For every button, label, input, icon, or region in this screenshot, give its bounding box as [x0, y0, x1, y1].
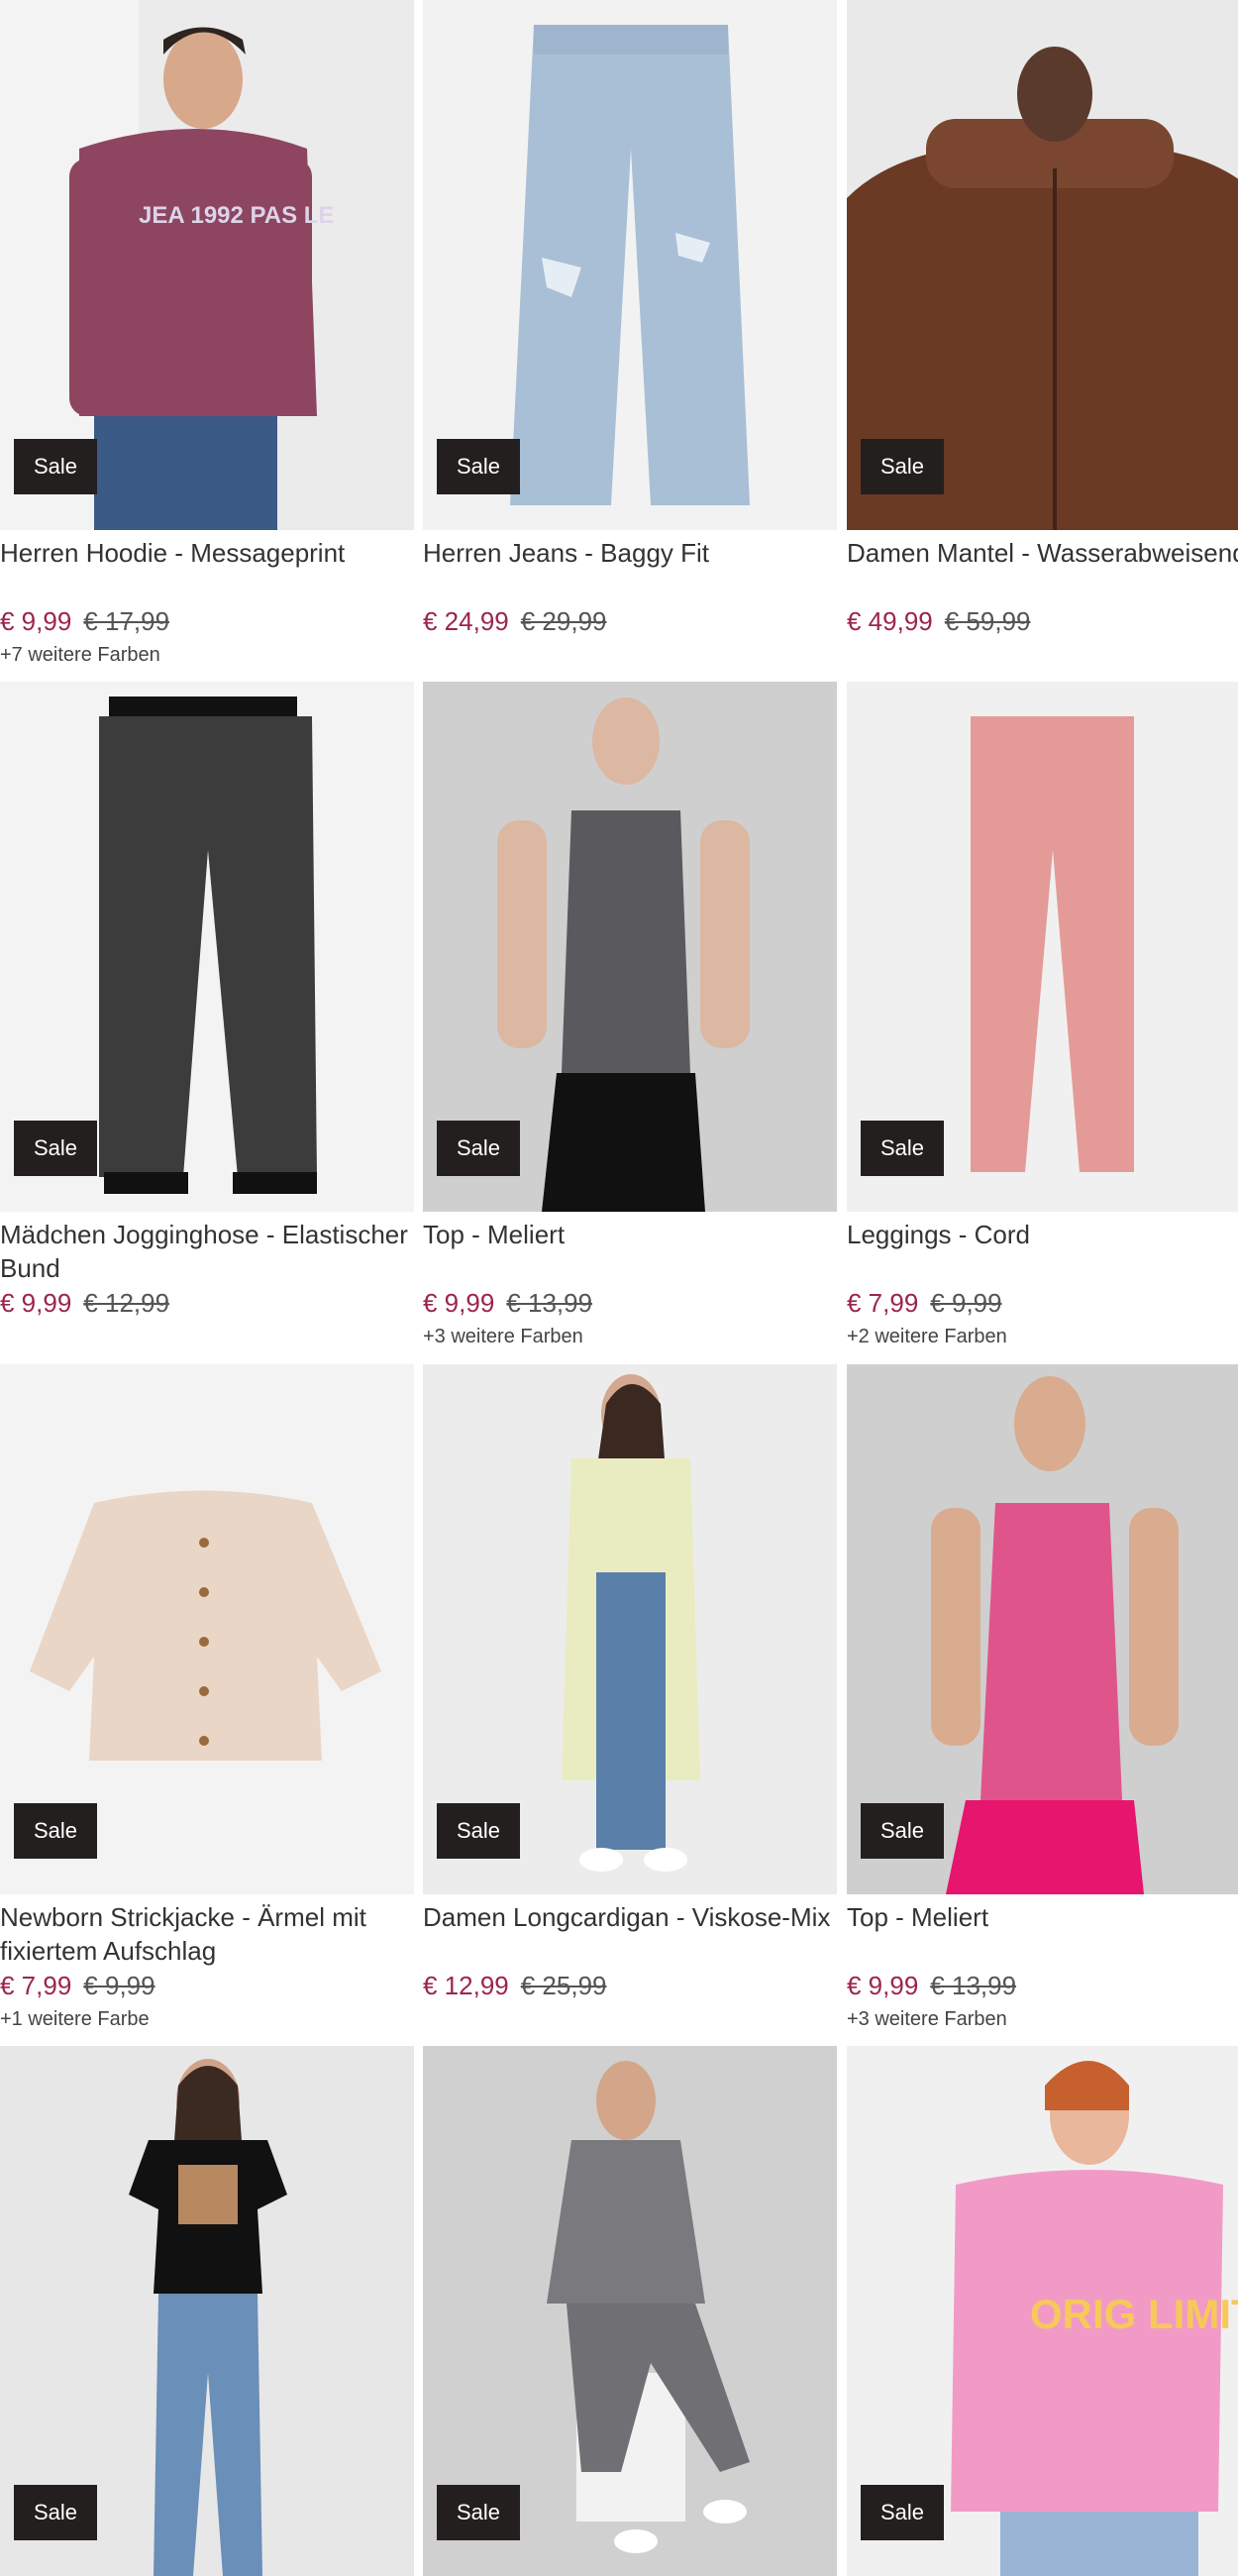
current-price: € 24,99 [423, 606, 509, 636]
product-image[interactable]: Sale [0, 682, 414, 1212]
product-card[interactable]: Sale Top - Meliert € 9,99 € 13,99 +3 weit… [847, 1364, 1238, 2033]
old-price: € 29,99 [520, 606, 607, 636]
product-image[interactable]: ORIG LIMIT Sale [847, 2046, 1238, 2576]
current-price: € 9,99 [847, 1971, 919, 2000]
product-title[interactable]: Newborn Strickjacke - Ärmel mit fixierte… [0, 1900, 414, 1968]
product-title[interactable]: Mädchen Jogginghose - Elastischer Bund [0, 1218, 414, 1285]
sale-badge: Sale [861, 2485, 945, 2540]
sale-badge: Sale [14, 1121, 98, 1176]
more-colors[interactable] [423, 641, 837, 669]
more-colors[interactable]: +2 weitere Farben [847, 1323, 1238, 1350]
old-price: € 13,99 [506, 1288, 593, 1318]
svg-text:ORIG LIMIT: ORIG LIMIT [1030, 2291, 1238, 2337]
product-prices: € 49,99 € 59,99 [847, 603, 1238, 639]
product-image[interactable]: Sale [847, 1364, 1238, 1894]
product-card[interactable]: Sale [423, 2046, 837, 2576]
old-price: € 9,99 [83, 1971, 155, 2000]
sale-badge: Sale [437, 439, 521, 494]
product-card[interactable]: Sale Herren Jeans - Baggy Fit € 24,99 € 2… [423, 0, 837, 669]
sale-badge: Sale [437, 1803, 521, 1859]
product-title[interactable]: Leggings - Cord [847, 1218, 1238, 1285]
product-image[interactable]: JEA 1992 PAS LE Sale [0, 0, 414, 530]
current-price: € 9,99 [0, 1288, 72, 1318]
sale-badge: Sale [861, 1803, 945, 1859]
sale-badge: Sale [437, 2485, 521, 2540]
product-title[interactable]: Herren Hoodie - Messageprint [0, 536, 414, 603]
current-price: € 9,99 [0, 606, 72, 636]
product-image[interactable]: Sale [847, 0, 1238, 530]
product-image[interactable]: Sale [423, 682, 837, 1212]
product-image[interactable]: Sale [423, 0, 837, 530]
current-price: € 12,99 [423, 1971, 509, 2000]
sale-badge: Sale [437, 1121, 521, 1176]
current-price: € 9,99 [423, 1288, 495, 1318]
product-card[interactable]: JEA 1992 PAS LE Sale Herren Hoodie - Mes… [0, 0, 414, 669]
product-image[interactable]: Sale [423, 1364, 837, 1894]
old-price: € 25,99 [520, 1971, 607, 2000]
old-price: € 59,99 [944, 606, 1031, 636]
product-card[interactable]: Sale Leggings - Cord € 7,99 € 9,99 +2 wei… [847, 682, 1238, 1350]
current-price: € 7,99 [0, 1971, 72, 2000]
product-card[interactable]: Sale Mädchen Jogginghose - Elastischer B… [0, 682, 414, 1350]
current-price: € 49,99 [847, 606, 933, 636]
product-prices: € 9,99 € 12,99 [0, 1285, 414, 1321]
product-card[interactable]: Sale Newborn Strickjacke - Ärmel mit fix… [0, 1364, 414, 2033]
product-card[interactable]: Sale [0, 2046, 414, 2576]
old-price: € 9,99 [930, 1288, 1002, 1318]
old-price: € 12,99 [83, 1288, 170, 1318]
product-title[interactable]: Damen Mantel - Wasserabweisend [847, 536, 1238, 603]
more-colors[interactable] [423, 2005, 837, 2033]
product-title[interactable]: Herren Jeans - Baggy Fit [423, 536, 837, 603]
product-card[interactable]: Sale Damen Longcardigan - Viskose-Mix € … [423, 1364, 837, 2033]
sale-badge: Sale [14, 439, 98, 494]
current-price: € 7,99 [847, 1288, 919, 1318]
more-colors[interactable]: +3 weitere Farben [847, 2005, 1238, 2033]
product-image[interactable]: Sale [0, 2046, 414, 2576]
product-title[interactable]: Top - Meliert [423, 1218, 837, 1285]
more-colors[interactable] [0, 1323, 414, 1350]
product-image[interactable]: Sale [847, 682, 1238, 1212]
sale-badge: Sale [861, 439, 945, 494]
product-prices: € 12,99 € 25,99 [423, 1968, 837, 2003]
more-colors[interactable]: +7 weitere Farben [0, 641, 414, 669]
sale-badge: Sale [14, 1803, 98, 1859]
product-title[interactable]: Damen Longcardigan - Viskose-Mix [423, 1900, 837, 1968]
sale-badge: Sale [14, 2485, 98, 2540]
product-card[interactable]: ORIG LIMIT Sale [847, 2046, 1238, 2576]
product-card[interactable]: Sale Top - Meliert € 9,99 € 13,99 +3 weit… [423, 682, 837, 1350]
more-colors[interactable] [847, 641, 1238, 669]
more-colors[interactable]: +1 weitere Farbe [0, 2005, 414, 2033]
old-price: € 17,99 [83, 606, 170, 636]
product-prices: € 9,99 € 13,99 [847, 1968, 1238, 2003]
product-grid: JEA 1992 PAS LE Sale Herren Hoodie - Mes… [0, 0, 1238, 2576]
more-colors[interactable]: +3 weitere Farben [423, 1323, 837, 1350]
product-title[interactable]: Top - Meliert [847, 1900, 1238, 1968]
product-card[interactable]: Sale Damen Mantel - Wasserabweisend € 49… [847, 0, 1238, 669]
product-image[interactable]: Sale [423, 2046, 837, 2576]
product-prices: € 7,99 € 9,99 [0, 1968, 414, 2003]
sale-badge: Sale [861, 1121, 945, 1176]
product-prices: € 24,99 € 29,99 [423, 603, 837, 639]
product-prices: € 9,99 € 17,99 [0, 603, 414, 639]
svg-text:JEA 1992 PAS LE: JEA 1992 PAS LE [139, 202, 334, 229]
product-prices: € 9,99 € 13,99 [423, 1285, 837, 1321]
product-prices: € 7,99 € 9,99 [847, 1285, 1238, 1321]
product-image[interactable]: Sale [0, 1364, 414, 1894]
old-price: € 13,99 [930, 1971, 1017, 2000]
